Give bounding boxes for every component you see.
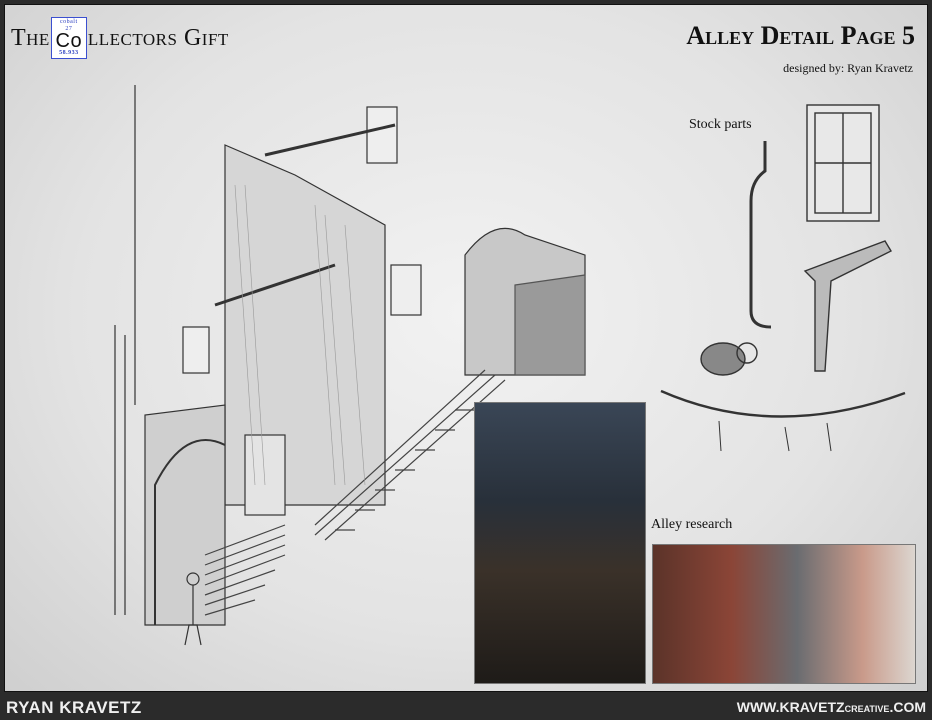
concept-sheet: The cobalt 27 Co 58.933 llectors Gift Al… [4, 4, 928, 692]
collectors-gift-logo: The cobalt 27 Co 58.933 llectors Gift [11, 17, 229, 59]
website-link[interactable]: WWW.KRAVETZCREATIVE.COM [737, 699, 926, 715]
element-name: cobalt [59, 19, 78, 25]
cable-part [660, 389, 906, 418]
window-left [182, 326, 210, 374]
stock-parts-sketches [660, 104, 906, 452]
downspout-part [749, 141, 772, 329]
element-symbol: Co [55, 30, 83, 52]
page-title: Alley Detail Page 5 [686, 21, 915, 50]
artist-name: RYAN KRAVETZ [6, 698, 142, 717]
site-suffix: .COM [889, 699, 926, 715]
bracket-part [803, 240, 892, 372]
site-small: CREATIVE [844, 704, 890, 714]
footer-bar: RYAN KRAVETZ WWW.KRAVETZCREATIVE.COM [0, 692, 932, 720]
alley-research-label: Alley research [651, 517, 733, 532]
door [244, 434, 286, 516]
alley-photo-1 [475, 403, 645, 683]
cobalt-element-tile: cobalt 27 Co 58.933 [50, 17, 87, 59]
logo-word-rest: llectors Gift [87, 24, 229, 51]
alley-photo-2 [653, 545, 915, 683]
window-right [390, 264, 422, 316]
logo-word-the: The [11, 24, 50, 51]
designer-credit: designed by: Ryan Kravetz [783, 61, 913, 75]
site-prefix: WWW.KRAVETZ [736, 699, 845, 715]
element-weight: 58.933 [59, 50, 79, 56]
